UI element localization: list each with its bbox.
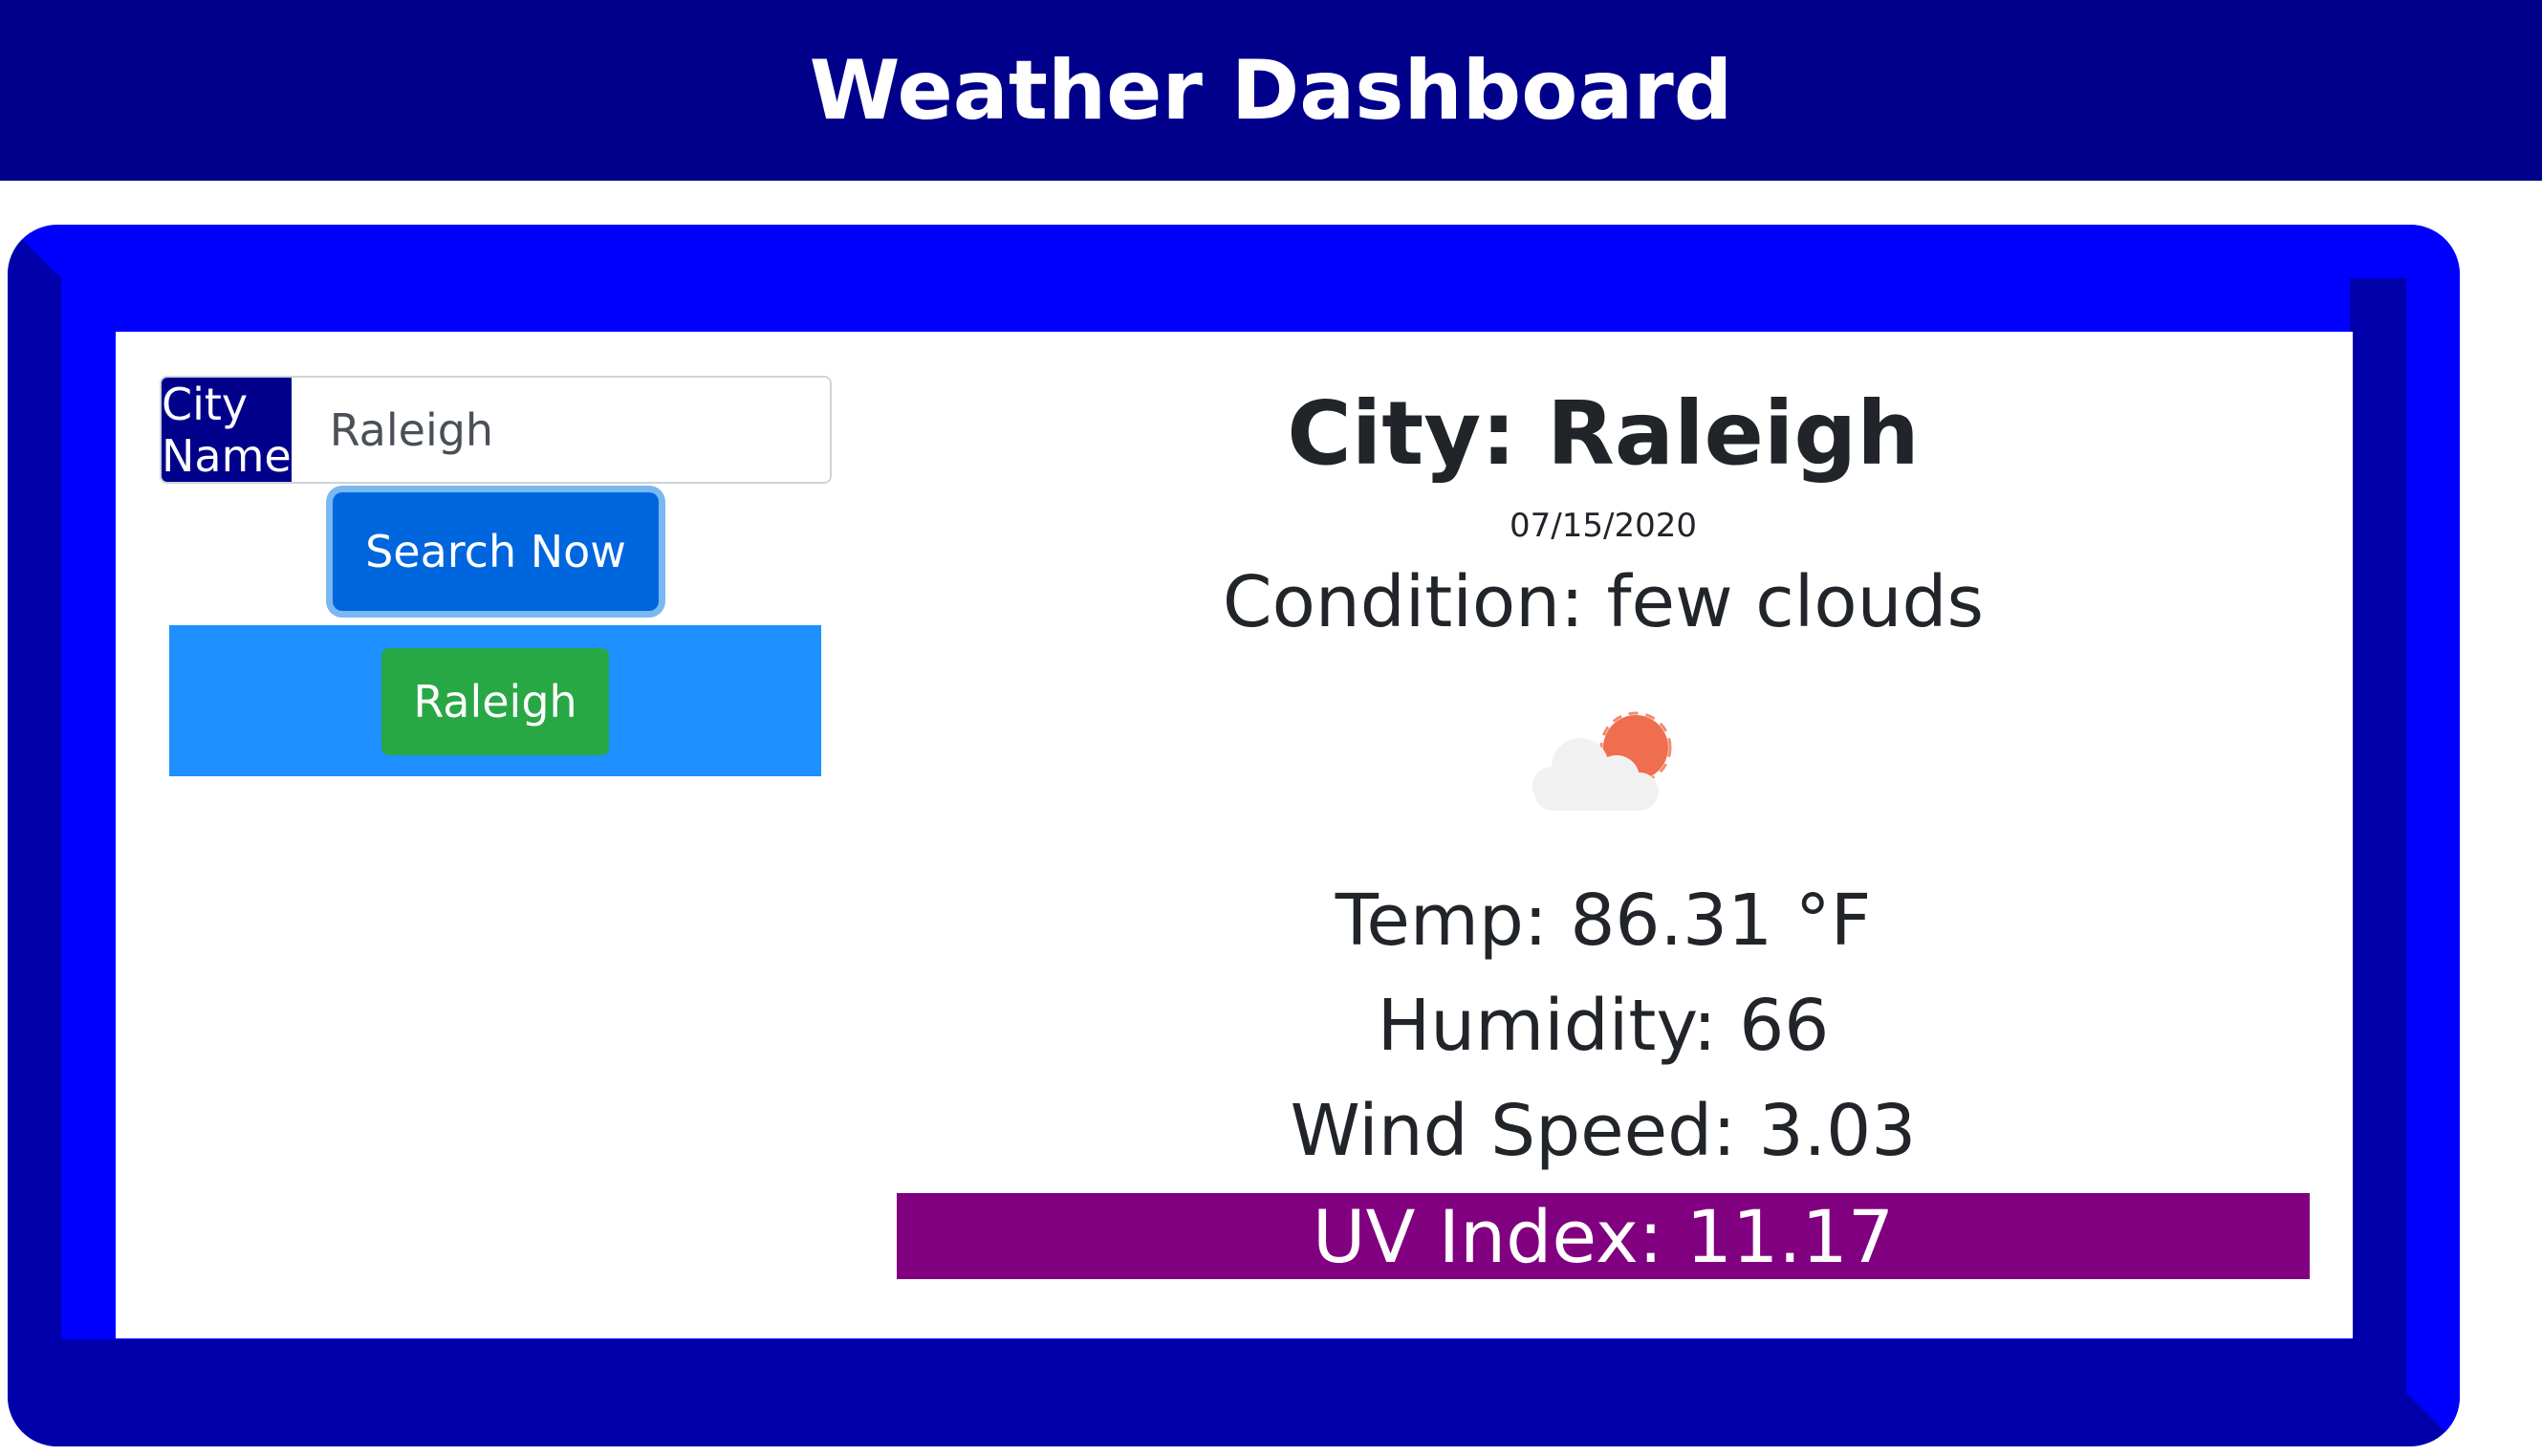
city-search-input[interactable]	[291, 378, 830, 482]
search-history-panel: Raleigh	[169, 625, 821, 776]
few-clouds-icon	[1532, 711, 1672, 811]
city-search-group: City Name	[160, 376, 832, 484]
weather-condition: Condition: few clouds	[1222, 561, 1985, 643]
search-now-button[interactable]: Search Now	[333, 492, 659, 611]
humidity-reading: Humidity: 66	[1377, 985, 1830, 1067]
history-city-button[interactable]: Raleigh	[381, 648, 609, 755]
page-title: Weather Dashboard	[809, 42, 1733, 139]
wind-speed-reading: Wind Speed: 3.03	[1290, 1090, 1917, 1172]
uv-index-badge: UV Index: 11.17	[897, 1193, 2310, 1279]
city-name-label: City Name	[162, 378, 292, 482]
page-header: Weather Dashboard	[0, 0, 2542, 181]
temperature-reading: Temp: 86.31 °F	[1335, 880, 1872, 962]
city-heading: City: Raleigh	[1287, 382, 1920, 485]
forecast-date: 07/15/2020	[1510, 507, 1697, 545]
